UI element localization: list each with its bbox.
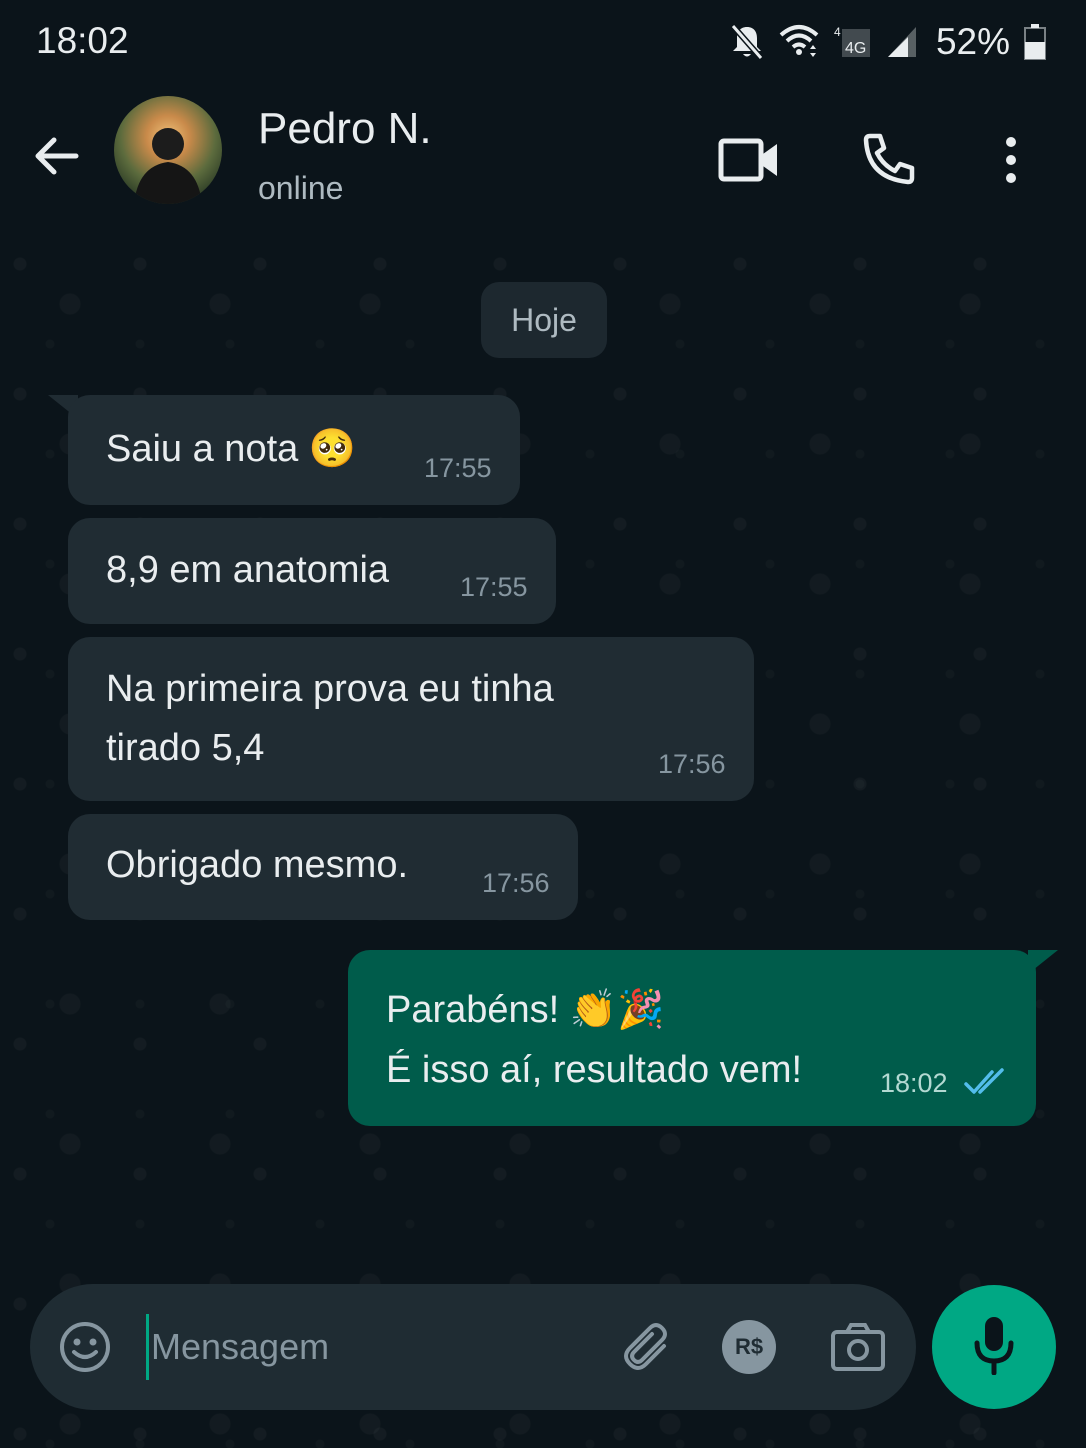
more-options-icon[interactable] xyxy=(1000,136,1022,189)
emoji-icon[interactable] xyxy=(58,1320,112,1379)
voice-call-icon[interactable] xyxy=(862,132,916,191)
message-time: 18:02 xyxy=(880,1068,948,1098)
battery-icon xyxy=(1024,24,1046,60)
message-text: Saiu a nota 🥺 xyxy=(106,428,357,470)
payment-label: R$ xyxy=(734,1334,764,1359)
attach-icon[interactable] xyxy=(620,1320,676,1381)
message-time: 17:55 xyxy=(424,453,492,483)
mic-icon xyxy=(972,1315,1016,1380)
date-chip: Hoje xyxy=(481,282,607,358)
incoming-message[interactable]: Saiu a nota 🥺 17:55 xyxy=(68,395,520,505)
status-icons: 4 4G 52% xyxy=(730,20,1046,64)
back-arrow-icon[interactable] xyxy=(32,132,80,185)
mobile-data-icon: 4 4G xyxy=(834,23,872,61)
incoming-message[interactable]: Obrigado mesmo. 17:56 xyxy=(68,814,578,920)
svg-text:4G: 4G xyxy=(845,40,866,57)
mic-button[interactable] xyxy=(932,1285,1056,1409)
message-text: Parabéns! 👏🎉 xyxy=(386,989,665,1031)
chat-header: Pedro N. online xyxy=(0,84,1086,244)
message-composer: R$ xyxy=(30,1284,916,1410)
status-bar: 18:02 4 4G 52% xyxy=(0,0,1086,84)
date-chip-label: Hoje xyxy=(511,301,577,338)
read-receipt-icon xyxy=(964,1068,1008,1103)
message-time: 17:56 xyxy=(482,868,550,898)
signal-icon xyxy=(886,25,918,59)
message-text: 8,9 em anatomia xyxy=(106,549,390,591)
message-text: Obrigado mesmo. xyxy=(106,844,409,886)
message-time: 17:56 xyxy=(658,749,726,779)
wifi-icon xyxy=(778,23,820,61)
payment-icon[interactable]: R$ xyxy=(722,1320,776,1374)
svg-text:4: 4 xyxy=(834,25,841,39)
video-call-icon[interactable] xyxy=(718,136,780,189)
status-time: 18:02 xyxy=(36,20,129,61)
message-text: tirado 5,4 xyxy=(106,727,265,769)
message-text: Na primeira prova eu tinha xyxy=(106,668,554,710)
message-text: É isso aí, resultado vem! xyxy=(386,1049,803,1091)
incoming-message[interactable]: Na primeira prova eu tinha tirado 5,4 17… xyxy=(68,637,754,801)
message-input[interactable] xyxy=(146,1314,593,1380)
camera-icon[interactable] xyxy=(830,1322,886,1377)
message-time: 17:55 xyxy=(460,572,528,602)
contact-name[interactable]: Pedro N. xyxy=(258,104,432,154)
chat-area[interactable]: Hoje Saiu a nota 🥺 17:55 8,9 em anatomia… xyxy=(0,244,1086,1448)
avatar[interactable] xyxy=(114,96,222,204)
battery-level: 52% xyxy=(935,21,1010,62)
outgoing-message[interactable]: Parabéns! 👏🎉 É isso aí, resultado vem! 1… xyxy=(348,950,1036,1126)
incoming-message[interactable]: 8,9 em anatomia 17:55 xyxy=(68,518,556,624)
contact-status: online xyxy=(258,170,344,206)
notifications-off-icon xyxy=(730,23,764,61)
